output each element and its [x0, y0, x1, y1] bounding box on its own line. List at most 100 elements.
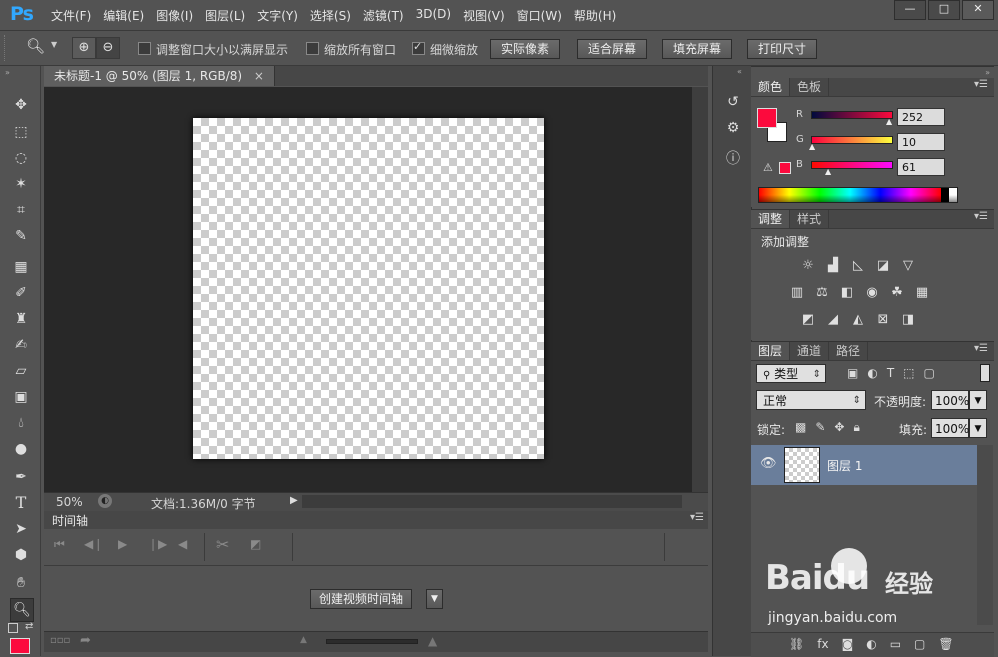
- link-layers-icon[interactable]: ⛓: [789, 637, 804, 651]
- zoom-all-checkbox[interactable]: [306, 42, 319, 55]
- zoom-level[interactable]: 50%: [56, 495, 83, 509]
- zoom-all-option[interactable]: 缩放所有窗口: [306, 41, 396, 58]
- path-selection-tool-icon[interactable]: ➤: [10, 518, 32, 540]
- layer-thumbnail[interactable]: [784, 447, 820, 483]
- tab-adjustments[interactable]: 调整: [751, 210, 791, 228]
- previous-frame-icon[interactable]: ◀❘: [84, 537, 103, 551]
- color-spectrum-ramp[interactable]: [758, 187, 958, 203]
- levels-icon[interactable]: ▟: [824, 258, 842, 274]
- tab-styles[interactable]: 样式: [790, 210, 830, 228]
- brightness-contrast-icon[interactable]: ☼: [799, 258, 817, 274]
- menu-filter[interactable]: 滤镜(T): [357, 7, 410, 24]
- tab-swatches[interactable]: 色板: [790, 78, 830, 96]
- green-value-input[interactable]: 10: [897, 133, 945, 151]
- fill-dropdown-icon[interactable]: ▼: [969, 418, 987, 438]
- menu-3d[interactable]: 3D(D): [410, 7, 457, 24]
- scrubby-zoom-checkbox[interactable]: [412, 40, 425, 55]
- timeline-menu-icon[interactable]: ▾☰: [690, 512, 704, 523]
- default-colors-icon[interactable]: [8, 623, 18, 633]
- zoom-out-icon[interactable]: ⊖: [96, 37, 120, 59]
- print-size-button[interactable]: 打印尺寸: [747, 39, 818, 59]
- posterize-icon[interactable]: ◢: [824, 312, 842, 328]
- lasso-tool-icon[interactable]: ◌: [10, 147, 32, 169]
- threshold-icon[interactable]: ◭: [849, 312, 867, 328]
- gradient-map-icon[interactable]: ⊠: [874, 312, 892, 328]
- zoom-tool-icon[interactable]: 🔍︎: [26, 37, 45, 55]
- lock-transparent-pixels-icon[interactable]: ▩: [795, 420, 806, 435]
- type-tool-icon[interactable]: T: [10, 492, 32, 514]
- menu-select[interactable]: 选择(S): [304, 7, 357, 24]
- crop-tool-icon[interactable]: ⌗: [10, 199, 32, 221]
- horizontal-scrollbar[interactable]: [302, 495, 682, 508]
- fill-input[interactable]: 100%: [931, 418, 969, 438]
- maximize-button[interactable]: □: [928, 0, 960, 20]
- channel-mixer-icon[interactable]: ☘: [888, 285, 906, 301]
- shape-tool-icon[interactable]: ⬢: [10, 544, 32, 566]
- black-white-icon[interactable]: ◧: [838, 285, 856, 301]
- menu-file[interactable]: 文件(F): [45, 7, 97, 24]
- menu-help[interactable]: 帮助(H): [568, 7, 622, 24]
- filter-toggle[interactable]: [980, 364, 990, 382]
- layer-name[interactable]: 图层 1: [827, 457, 862, 474]
- eraser-tool-icon[interactable]: ▱: [10, 360, 32, 382]
- red-slider[interactable]: [811, 111, 893, 119]
- marquee-tool-icon[interactable]: ⬚: [10, 121, 32, 143]
- scrubby-zoom-option[interactable]: 细微缩放: [412, 40, 478, 58]
- create-video-timeline-button[interactable]: 创建视频时间轴: [310, 589, 413, 609]
- invert-icon[interactable]: ◩: [799, 312, 817, 328]
- menu-image[interactable]: 图像(I): [150, 7, 199, 24]
- history-panel-icon[interactable]: ↺: [724, 94, 742, 112]
- close-button[interactable]: ✕: [962, 0, 994, 20]
- swap-colors-icon[interactable]: ⇄: [25, 621, 33, 632]
- vertical-scrollbar[interactable]: [692, 87, 708, 492]
- canvas-transparent-layer[interactable]: [193, 118, 544, 459]
- foreground-color-swatch[interactable]: [10, 638, 30, 654]
- adjustments-panel-menu-icon[interactable]: ▾☰: [974, 211, 988, 222]
- exposure-icon[interactable]: ◪: [874, 258, 892, 274]
- eyedropper-tool-icon[interactable]: ✎: [10, 225, 32, 247]
- next-frame-icon[interactable]: ❘▶: [148, 537, 167, 551]
- menu-view[interactable]: 视图(V): [457, 7, 511, 24]
- delete-layer-icon[interactable]: 🗑︎: [938, 637, 953, 651]
- out-of-gamut-warning-icon[interactable]: ⚠: [763, 161, 773, 174]
- layer-visibility-eye-icon[interactable]: 👁︎: [760, 456, 777, 471]
- first-frame-icon[interactable]: ⏮: [54, 537, 65, 552]
- menu-edit[interactable]: 编辑(E): [97, 7, 150, 24]
- audio-icon[interactable]: ◀: [178, 537, 187, 551]
- red-value-input[interactable]: 252: [897, 108, 945, 126]
- opacity-input[interactable]: 100%: [931, 390, 969, 410]
- lock-image-pixels-icon[interactable]: ✎: [815, 420, 825, 435]
- dodge-tool-icon[interactable]: ●: [10, 438, 32, 460]
- filter-shape-icon[interactable]: ⬚: [903, 366, 914, 380]
- zoom-in-icon[interactable]: ⊕: [72, 37, 96, 59]
- menu-layer[interactable]: 图层(L): [199, 7, 251, 24]
- layers-scrollbar[interactable]: [977, 445, 993, 625]
- blur-tool-icon[interactable]: 💧︎: [10, 412, 32, 434]
- timeline-mode-dropdown[interactable]: ▼: [426, 589, 443, 609]
- collapse-right-panels-icon[interactable]: »: [985, 68, 990, 77]
- new-group-icon[interactable]: ▭: [890, 637, 901, 651]
- timeline-title[interactable]: 时间轴: [52, 512, 88, 529]
- collapse-tools-icon[interactable]: »: [5, 68, 10, 77]
- info-panel-icon[interactable]: ⓘ: [724, 148, 742, 167]
- magic-wand-tool-icon[interactable]: ✶: [10, 173, 32, 195]
- color-lookup-icon[interactable]: ▦: [913, 285, 931, 301]
- fill-screen-button[interactable]: 填充屏幕: [662, 39, 733, 59]
- history-brush-tool-icon[interactable]: ✍: [10, 334, 32, 356]
- blue-value-input[interactable]: 61: [897, 158, 945, 176]
- tab-layers[interactable]: 图层: [751, 342, 791, 360]
- zoom-out-timeline-icon[interactable]: ▲: [300, 635, 307, 645]
- zoom-tool-icon[interactable]: 🔍︎: [10, 598, 34, 622]
- resize-windows-checkbox[interactable]: [138, 42, 151, 55]
- tab-color[interactable]: 颜色: [751, 78, 791, 96]
- selective-color-icon[interactable]: ◨: [899, 312, 917, 328]
- filter-smart-object-icon[interactable]: ▢: [924, 366, 935, 380]
- layers-panel-menu-icon[interactable]: ▾☰: [974, 343, 988, 354]
- opacity-dropdown-icon[interactable]: ▼: [969, 390, 987, 410]
- new-layer-icon[interactable]: ▢: [914, 637, 925, 651]
- new-adjustment-layer-icon[interactable]: ◐: [866, 637, 876, 651]
- blue-slider[interactable]: [811, 161, 893, 169]
- play-icon[interactable]: ▶: [118, 537, 127, 551]
- layer-row[interactable]: 👁︎ 图层 1: [751, 445, 977, 485]
- split-scissors-icon[interactable]: ✂: [216, 535, 229, 554]
